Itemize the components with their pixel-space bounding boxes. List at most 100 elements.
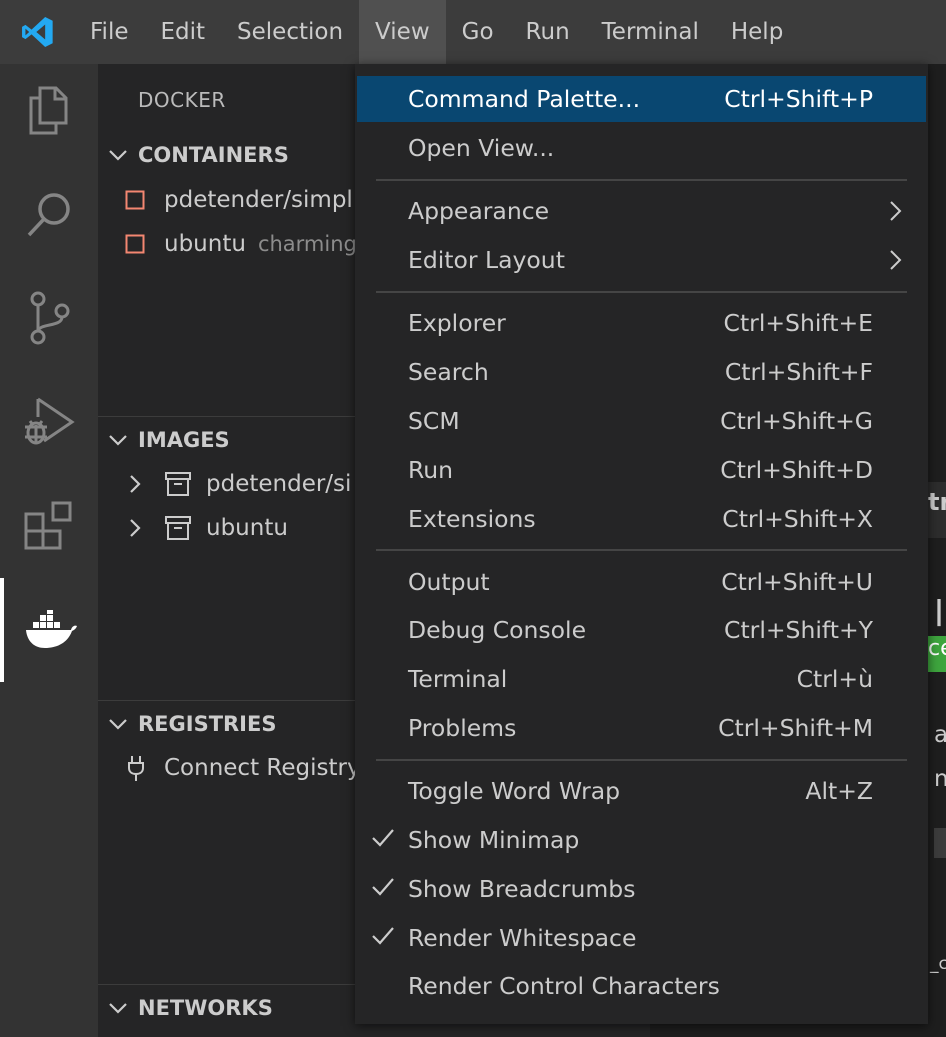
menu-item-shortcut: Ctrl+Shift+D bbox=[720, 456, 873, 484]
images-header-label: IMAGES bbox=[138, 428, 230, 452]
menu-item-shortcut: Ctrl+Shift+U bbox=[721, 568, 873, 596]
image-label: pdetender/si bbox=[206, 471, 352, 497]
menu-item-scm[interactable]: SCM Ctrl+Shift+G bbox=[357, 398, 926, 444]
menu-go[interactable]: Go bbox=[446, 0, 510, 64]
image-label: ubuntu bbox=[206, 515, 288, 541]
container-stopped-icon bbox=[125, 234, 153, 254]
run-debug-icon[interactable] bbox=[0, 370, 98, 474]
menu-item-shortcut: Ctrl+Shift+E bbox=[723, 309, 873, 337]
menu-item-label: Render Control Characters bbox=[408, 972, 720, 1000]
image-icon bbox=[164, 471, 192, 497]
registries-header-label: REGISTRIES bbox=[138, 712, 277, 736]
checkmark-icon bbox=[371, 925, 395, 953]
menu-help[interactable]: Help bbox=[715, 0, 799, 64]
menu-item-label: Extensions bbox=[408, 505, 536, 533]
menu-item-label: SCM bbox=[408, 407, 460, 435]
chevron-down-icon bbox=[98, 717, 138, 731]
scrollbar-slice bbox=[934, 828, 946, 858]
vscode-logo-icon bbox=[0, 0, 74, 64]
menu-item-label: Output bbox=[408, 568, 490, 596]
menu-view[interactable]: View bbox=[359, 0, 446, 64]
submenu-arrow-icon bbox=[888, 200, 902, 228]
menu-item-explorer[interactable]: Explorer Ctrl+Shift+E bbox=[357, 300, 926, 346]
chevron-down-icon bbox=[98, 1001, 138, 1015]
menu-item-label: Show Minimap bbox=[408, 826, 580, 854]
sidebar-title: DOCKER bbox=[138, 88, 226, 112]
menu-item-shortcut: Ctrl+Shift+M bbox=[718, 714, 873, 742]
menu-item-command-palette[interactable]: Command Palette... Ctrl+Shift+P bbox=[357, 76, 926, 122]
editor-text-fragment: tr bbox=[928, 488, 946, 516]
chevron-down-icon bbox=[98, 433, 138, 447]
menu-terminal[interactable]: Terminal bbox=[586, 0, 715, 64]
containers-header-label: CONTAINERS bbox=[138, 143, 289, 167]
menu-item-label: Problems bbox=[408, 714, 517, 742]
menu-item-shortcut: Ctrl+Shift+P bbox=[724, 85, 873, 113]
container-label: ubuntu bbox=[164, 231, 246, 257]
menu-item-problems[interactable]: Problems Ctrl+Shift+M bbox=[357, 705, 926, 751]
menu-item-run[interactable]: Run Ctrl+Shift+D bbox=[357, 447, 926, 493]
menu-item-extensions[interactable]: Extensions Ctrl+Shift+X bbox=[357, 496, 926, 542]
menu-item-shortcut: Ctrl+ù bbox=[796, 665, 873, 693]
menu-item-label: Explorer bbox=[408, 309, 506, 337]
menu-item-render-control-characters[interactable]: Render Control Characters bbox=[357, 963, 926, 1009]
networks-header-label: NETWORKS bbox=[138, 996, 273, 1020]
menu-item-shortcut: Ctrl+Shift+F bbox=[724, 358, 873, 386]
editor-text-fragment: ak bbox=[934, 722, 946, 748]
menu-item-search[interactable]: Search Ctrl+Shift+F bbox=[357, 349, 926, 395]
checkmark-icon bbox=[371, 876, 395, 904]
green-badge: ce bbox=[928, 636, 946, 672]
menu-run[interactable]: Run bbox=[510, 0, 586, 64]
editor-text-fragment: _ca bbox=[930, 954, 946, 974]
menu-item-label: Command Palette... bbox=[408, 85, 641, 113]
activity-bar bbox=[0, 64, 98, 1037]
menu-item-label: Show Breadcrumbs bbox=[408, 875, 636, 903]
extensions-icon[interactable] bbox=[0, 474, 98, 578]
menu-file[interactable]: File bbox=[74, 0, 145, 64]
view-menu-dropdown: Command Palette... Ctrl+Shift+P Open Vie… bbox=[355, 64, 928, 1024]
menu-separator bbox=[376, 291, 907, 293]
editor-text-fragment: l bbox=[934, 594, 945, 635]
menu-item-debug-console[interactable]: Debug Console Ctrl+Shift+Y bbox=[357, 607, 926, 653]
menu-item-show-minimap[interactable]: Show Minimap bbox=[357, 817, 926, 863]
chevron-down-icon bbox=[98, 148, 138, 162]
chevron-right-icon bbox=[128, 474, 148, 494]
menu-separator bbox=[376, 549, 907, 551]
submenu-arrow-icon bbox=[888, 249, 902, 277]
menu-item-shortcut: Ctrl+Shift+X bbox=[722, 505, 873, 533]
menu-separator bbox=[376, 179, 907, 181]
container-label: pdetender/simpl bbox=[164, 187, 353, 213]
plug-icon bbox=[126, 754, 148, 782]
menu-bar: File Edit Selection View Go Run Terminal… bbox=[0, 0, 946, 64]
menu-item-label: Appearance bbox=[408, 197, 550, 225]
menu-item-editor-layout[interactable]: Editor Layout bbox=[357, 237, 926, 283]
menu-item-label: Search bbox=[408, 358, 489, 386]
menu-item-shortcut: Ctrl+Shift+G bbox=[720, 407, 873, 435]
menu-edit[interactable]: Edit bbox=[145, 0, 222, 64]
source-control-icon[interactable] bbox=[0, 266, 98, 370]
menu-item-label: Editor Layout bbox=[408, 246, 565, 274]
chevron-right-icon bbox=[128, 518, 148, 538]
editor-text-fragment: ne bbox=[934, 766, 946, 792]
menu-item-label: Toggle Word Wrap bbox=[408, 777, 621, 805]
menu-separator bbox=[376, 759, 907, 761]
menu-item-output[interactable]: Output Ctrl+Shift+U bbox=[357, 559, 926, 605]
files-icon[interactable] bbox=[0, 58, 98, 162]
menu-item-render-whitespace[interactable]: Render Whitespace bbox=[357, 915, 926, 961]
search-icon[interactable] bbox=[0, 162, 98, 266]
container-sublabel: charming bbox=[257, 232, 357, 256]
menu-item-terminal[interactable]: Terminal Ctrl+ù bbox=[357, 656, 926, 702]
menu-item-label: Debug Console bbox=[408, 616, 587, 644]
menu-selection[interactable]: Selection bbox=[221, 0, 359, 64]
menu-item-appearance[interactable]: Appearance bbox=[357, 188, 926, 234]
menu-item-open-view[interactable]: Open View... bbox=[357, 125, 926, 171]
docker-icon[interactable] bbox=[0, 578, 98, 682]
menu-item-toggle-word-wrap[interactable]: Toggle Word Wrap Alt+Z bbox=[357, 768, 926, 814]
image-icon bbox=[164, 515, 192, 541]
menu-item-shortcut: Alt+Z bbox=[805, 777, 873, 805]
checkmark-icon bbox=[371, 827, 395, 855]
connect-registry-label: Connect Registry bbox=[164, 755, 361, 781]
menu-item-show-breadcrumbs[interactable]: Show Breadcrumbs bbox=[357, 866, 926, 912]
menu-item-label: Run bbox=[408, 456, 454, 484]
menu-item-label: Open View... bbox=[408, 134, 555, 162]
container-stopped-icon bbox=[125, 190, 153, 210]
